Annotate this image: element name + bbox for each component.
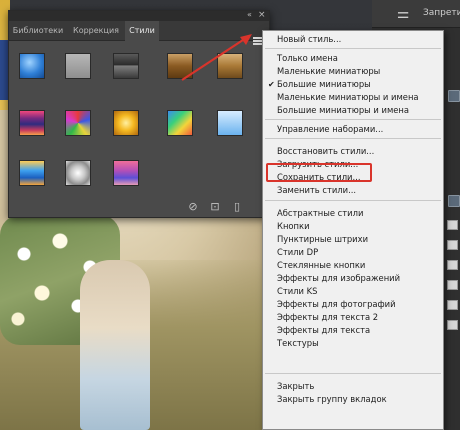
highlight-box [266,163,372,182]
style-swatch[interactable] [113,160,139,186]
menu-item-replace-styles[interactable]: Заменить стили... [277,184,443,197]
dock-label[interactable]: Запретить [423,8,460,18]
style-swatch[interactable] [217,53,243,79]
checkmark-icon: ✔ [268,80,275,89]
style-swatch[interactable] [217,110,243,136]
style-swatch[interactable] [65,110,91,136]
menu-item-glass-buttons[interactable]: Стеклянные кнопки [277,259,443,272]
menu-item-close-tab-group[interactable]: Закрыть группу вкладок [277,393,443,406]
dock-row-icon[interactable] [447,300,458,310]
menu-separator [265,48,441,49]
style-swatch[interactable] [65,160,91,186]
menu-item-small-thumbs-names[interactable]: Маленькие миниатюры и имена [277,91,443,104]
menu-item-dotted-strokes[interactable]: Пунктирные штрихи [277,233,443,246]
tab-adjustments[interactable]: Коррекция [69,21,123,41]
menu-item-large-thumbs[interactable]: Большие миниатюры [277,78,443,91]
dock-row-icon[interactable] [447,240,458,250]
style-swatch[interactable] [65,53,91,79]
dock-row-icon[interactable] [447,280,458,290]
menu-item-buttons[interactable]: Кнопки [277,220,443,233]
style-swatch[interactable] [113,110,139,136]
style-swatch[interactable] [19,160,45,186]
menu-item-image-effects[interactable]: Эффекты для изображений [277,272,443,285]
menu-item-text-effects[interactable]: Эффекты для текста [277,324,443,337]
menu-item-dp-styles[interactable]: Стили DP [277,246,443,259]
menu-item-new-style[interactable]: Новый стиль... [277,33,443,46]
photo-figure [80,260,150,430]
menu-item-small-thumbs[interactable]: Маленькие миниатюры [277,65,443,78]
styles-panel: « × Библиотеки Коррекция Стили ⊘ ⊡ ▯ [8,10,270,218]
menu-item-text-effects-2[interactable]: Эффекты для текста 2 [277,311,443,324]
trash-icon[interactable]: ▯ [231,201,243,213]
tab-libraries[interactable]: Библиотеки [9,21,67,41]
menu-item-names-only[interactable]: Только имена [277,52,443,65]
menu-item-reset-styles[interactable]: Восстановить стили... [277,145,443,158]
style-swatch[interactable] [19,110,45,136]
menu-item-web-styles[interactable] [277,350,443,363]
menu-separator [265,200,441,201]
styles-flyout-menu: Новый стиль... Только имена Маленькие ми… [262,30,444,430]
menu-item-large-thumbs-names[interactable]: Большие миниатюры и имена [277,104,443,117]
menu-item-ks-styles[interactable]: Стили KS [277,285,443,298]
menu-item-preset-manager[interactable]: Управление наборами... [277,123,443,136]
no-style-icon[interactable]: ⊘ [187,201,199,213]
dock-layer-icon[interactable] [448,90,460,102]
style-swatch[interactable] [113,53,139,79]
dock-row-icon[interactable] [447,260,458,270]
panel-tabs: Библиотеки Коррекция Стили [9,21,269,45]
panel-titlebar[interactable]: « × [9,10,269,21]
menu-separator [265,138,441,139]
menu-item-textures[interactable]: Текстуры [277,337,443,350]
collapse-icon[interactable]: « [247,10,252,20]
menu-separator [265,373,441,374]
tab-styles[interactable]: Стили [125,21,159,41]
dock-layer-icon[interactable] [448,195,460,207]
style-swatch[interactable] [167,110,193,136]
menu-item-close[interactable]: Закрыть [277,380,443,393]
close-icon[interactable]: × [258,10,266,20]
style-swatch[interactable] [167,53,193,79]
menu-item-photo-effects[interactable]: Эффекты для фотографий [277,298,443,311]
sliders-icon[interactable]: ⚌ [394,6,412,22]
menu-item-abstract-styles[interactable]: Абстрактные стили [277,207,443,220]
panel-footer: ⊘ ⊡ ▯ [9,197,269,217]
menu-separator [265,119,441,120]
style-swatch[interactable] [19,53,45,79]
dock-row-icon[interactable] [447,220,458,230]
new-style-icon[interactable]: ⊡ [209,201,221,213]
dock-row-icon[interactable] [447,320,458,330]
